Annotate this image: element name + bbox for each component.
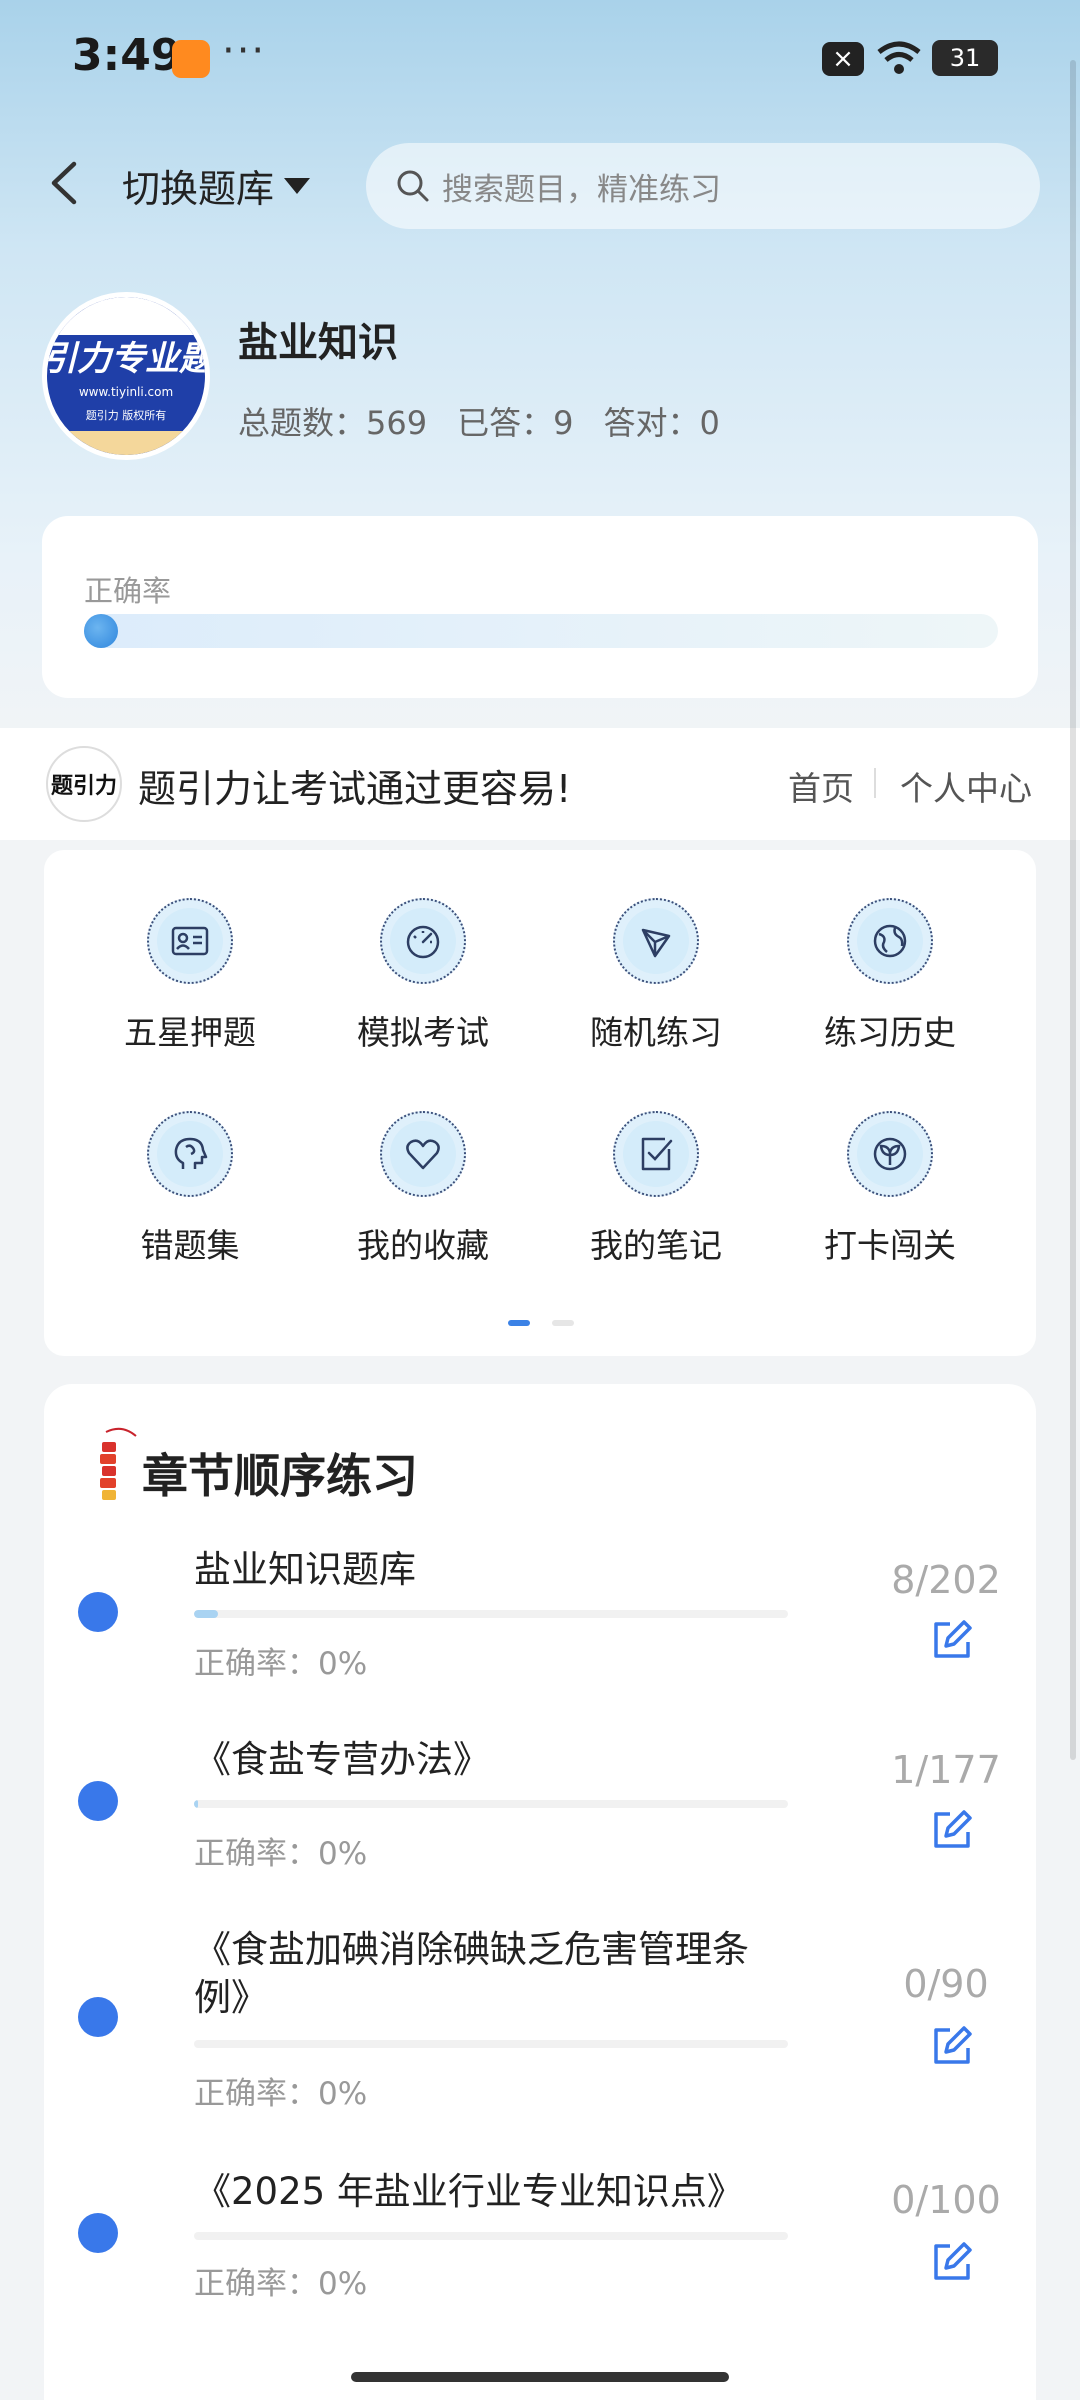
chapter-accuracy: 正确率：0% [194,1646,368,1682]
accuracy-card [42,516,1038,698]
link-divider [874,768,876,798]
home-link[interactable]: 首页 [788,762,854,810]
correct-count: 答对：0 [603,404,720,442]
accuracy-progress-track [84,614,998,648]
back-button[interactable] [42,158,86,208]
chapter-accuracy: 正确率：0% [194,1836,368,1872]
answered-count: 已答：9 [457,404,574,442]
app-notification-icon [172,40,210,78]
wifi-icon [877,41,921,74]
chapter-count: 0/100 [891,2178,1001,2222]
grid-label: 我的收藏 [357,1226,489,1265]
promo-slogan: 题引力让考试通过更容易! [138,767,572,811]
chapter-name: 《食盐专营办法》 [194,1738,490,1781]
grid-label: 随机练习 [590,1013,722,1052]
close-status-icon: × [822,42,864,76]
grid-label: 我的笔记 [590,1226,722,1265]
heart-icon [406,1139,440,1170]
grid-item-five-star[interactable]: 五星押题 [90,898,290,1054]
grid-item-random-practice[interactable]: 随机练习 [556,898,756,1054]
brand-logo-icon: 题引力 [46,746,122,822]
grid-item-notes[interactable]: 我的笔记 [556,1111,756,1267]
grid-label: 打卡闯关 [824,1226,956,1265]
accuracy-label: 正确率 [84,574,172,608]
bank-title: 盐业知识 [238,320,398,366]
gauge-icon [406,925,440,959]
chapter-count: 8/202 [891,1558,1001,1602]
chapter-name: 《2025 年盐业行业专业知识点》 [194,2170,744,2213]
edit-icon[interactable] [930,1808,974,1852]
chapter-bullet [78,1592,118,1632]
promo-banner: 题引力 题引力让考试通过更容易! 首页 个人中心 [0,728,1080,840]
grid-label: 模拟考试 [357,1013,489,1052]
chapter-progress-bar [194,1610,788,1618]
personal-center-link[interactable]: 个人中心 [900,762,1032,810]
pager-dot[interactable] [552,1320,574,1326]
total-count: 总题数：569 [238,404,428,442]
more-notifications-icon: ··· [222,28,267,74]
sprout-icon [873,1137,907,1171]
edit-icon[interactable] [930,2024,974,2068]
chapter-bullet [78,1997,118,2037]
search-input[interactable]: 搜索题目，精准练习 [366,143,1040,229]
scrollbar[interactable] [1070,60,1076,1760]
chapter-name: 《食盐加碘消除碘缺乏危害管理条例》 [194,1928,749,2019]
grid-item-checkin[interactable]: 打卡闯关 [790,1111,990,1267]
caret-down-icon [284,177,311,194]
switch-bank-button[interactable]: 切换题库 [122,158,311,213]
switch-bank-label: 切换题库 [122,167,275,211]
chapter-section-title: 章节顺序练习 [142,1449,418,1503]
chapter-accuracy: 正确率：0% [194,2076,368,2112]
brain-head-icon [174,1137,208,1169]
chapter-accuracy: 正确率：0% [194,2266,368,2302]
chapter-progress-bar [194,2040,788,2048]
grid-label: 五星押题 [124,1013,256,1052]
chapter-name: 盐业知识题库 [194,1548,416,1591]
logo-url-text: www.tiyinli.com [78,385,174,399]
grid-label: 错题集 [140,1226,240,1265]
logo-sub-text: 题引力 版权所有 [85,409,167,422]
chapter-count: 0/90 [903,1962,989,2006]
firecracker-icon [100,1427,137,1500]
accuracy-progress-knob [84,614,118,648]
edit-icon[interactable] [930,2240,974,2284]
pager-dot-active[interactable] [508,1320,530,1326]
id-card-icon [171,926,209,956]
chapter-progress-bar [194,2232,788,2240]
grid-item-practice-history[interactable]: 练习历史 [790,898,990,1054]
chapter-bullet [78,2213,118,2253]
grid-label: 练习历史 [824,1013,956,1052]
home-indicator[interactable] [351,2372,729,2382]
globe-icon [873,924,907,958]
chapter-card [44,1384,1036,2400]
question-bank-logo: 引力专业题 www.tiyinli.com 题引力 版权所有 [42,292,210,460]
edit-icon[interactable] [930,1618,974,1662]
note-check-icon [641,1137,673,1171]
bank-stats: 总题数：569 已答：9 答对：0 [238,398,720,444]
status-time: 3:49 [72,30,182,81]
grid-item-favorites[interactable]: 我的收藏 [323,1111,523,1267]
search-placeholder: 搜索题目，精准练习 [442,171,721,208]
search-icon [397,170,429,202]
logo-band-text: 引力专业题 [43,339,210,379]
chapter-bullet [78,1781,118,1821]
chapter-count: 1/177 [891,1748,1001,1792]
grid-item-mock-exam[interactable]: 模拟考试 [323,898,523,1054]
battery-icon: 31 [932,40,998,76]
grid-item-wrong-questions[interactable]: 错题集 [90,1111,290,1267]
network-icon [641,928,671,958]
chapter-progress-bar [194,1800,788,1808]
